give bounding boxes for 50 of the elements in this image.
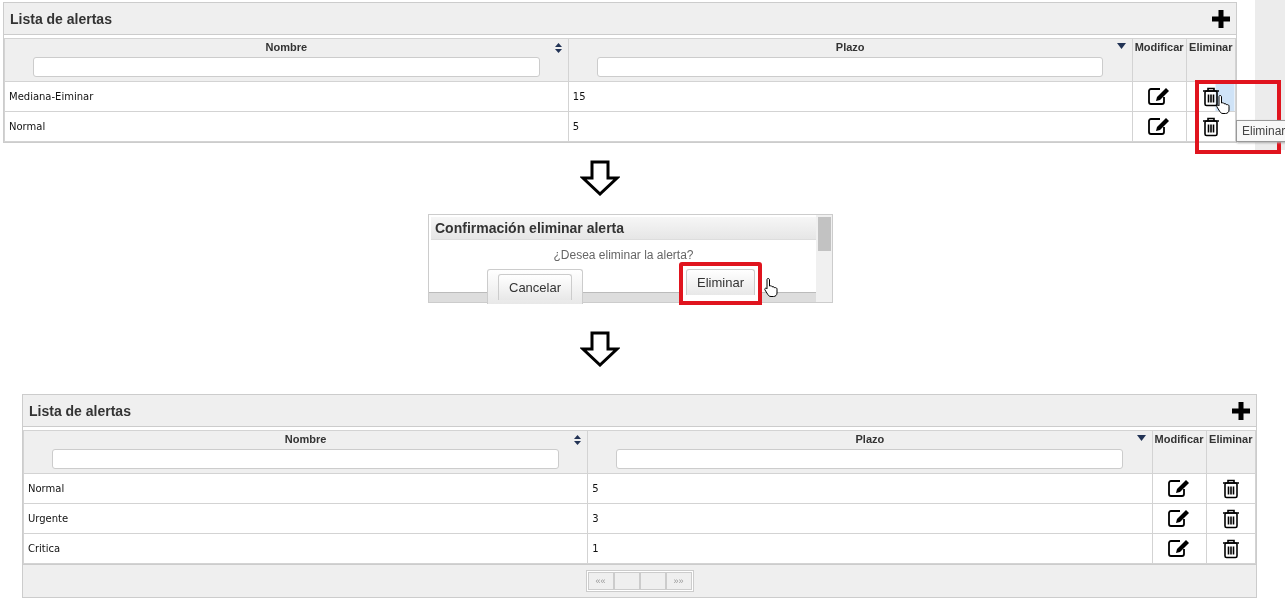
edit-icon[interactable] [1148, 117, 1171, 136]
down-arrow-icon [580, 331, 620, 367]
table-cell: 3 [587, 503, 1152, 534]
column-header: Eliminar [1206, 430, 1256, 474]
table-cell: 5 [568, 111, 1133, 142]
table-cell: 1 [587, 533, 1152, 564]
table-cell: Critica [23, 533, 588, 564]
column-header[interactable]: Plazo [568, 38, 1133, 82]
dialog-message: ¿Desea eliminar la alerta? [552, 248, 695, 262]
trash-icon[interactable] [1221, 478, 1240, 499]
table-cell: Mediana-Eiminar [4, 81, 569, 112]
edit-icon[interactable] [1168, 509, 1190, 528]
dialog-title: Confirmación eliminar alerta [431, 217, 816, 240]
dialog-button[interactable]: Cancelar [487, 269, 584, 304]
table-cell: Urgente [23, 503, 588, 534]
filter-field[interactable] [33, 57, 540, 77]
trash-icon[interactable] [1201, 116, 1220, 137]
column-header[interactable]: Nombre [23, 430, 588, 474]
column-header: Modificar [1152, 430, 1206, 474]
hand-cursor-icon [1215, 94, 1231, 114]
sort-descending-icon[interactable] [1136, 435, 1146, 441]
hand-cursor-icon [763, 277, 779, 297]
table-cell: 5 [587, 473, 1152, 504]
sort-icon[interactable] [574, 435, 582, 445]
table-cell: Normal [4, 111, 569, 142]
sort-descending-icon[interactable] [1116, 43, 1126, 49]
down-arrow-icon [580, 160, 620, 196]
edit-icon[interactable] [1168, 479, 1190, 498]
panel-title: Lista de alertas [10, 10, 112, 27]
trash-icon[interactable] [1221, 508, 1240, 529]
plus-icon[interactable] [1212, 9, 1230, 28]
filter-field[interactable] [596, 57, 1104, 77]
panel-title: Lista de alertas [29, 402, 131, 419]
column-header: Modificar [1132, 38, 1187, 82]
trash-icon[interactable] [1221, 538, 1240, 559]
filter-field[interactable] [52, 449, 560, 469]
dialog-button[interactable]: Eliminar [679, 262, 762, 305]
table-cell: 15 [568, 81, 1133, 112]
scrollbar[interactable] [816, 215, 832, 302]
table-cell: Normal [23, 473, 588, 504]
sort-icon[interactable] [554, 43, 562, 53]
column-header: Eliminar [1186, 38, 1236, 82]
tooltip: Eliminar [1236, 120, 1285, 142]
trash-icon[interactable] [1201, 86, 1220, 107]
filter-field[interactable] [616, 449, 1124, 469]
edit-icon[interactable] [1148, 87, 1171, 106]
column-header[interactable]: Nombre [4, 38, 569, 82]
edit-icon[interactable] [1168, 539, 1190, 558]
plus-icon[interactable] [1232, 401, 1250, 420]
column-header[interactable]: Plazo [587, 430, 1152, 474]
